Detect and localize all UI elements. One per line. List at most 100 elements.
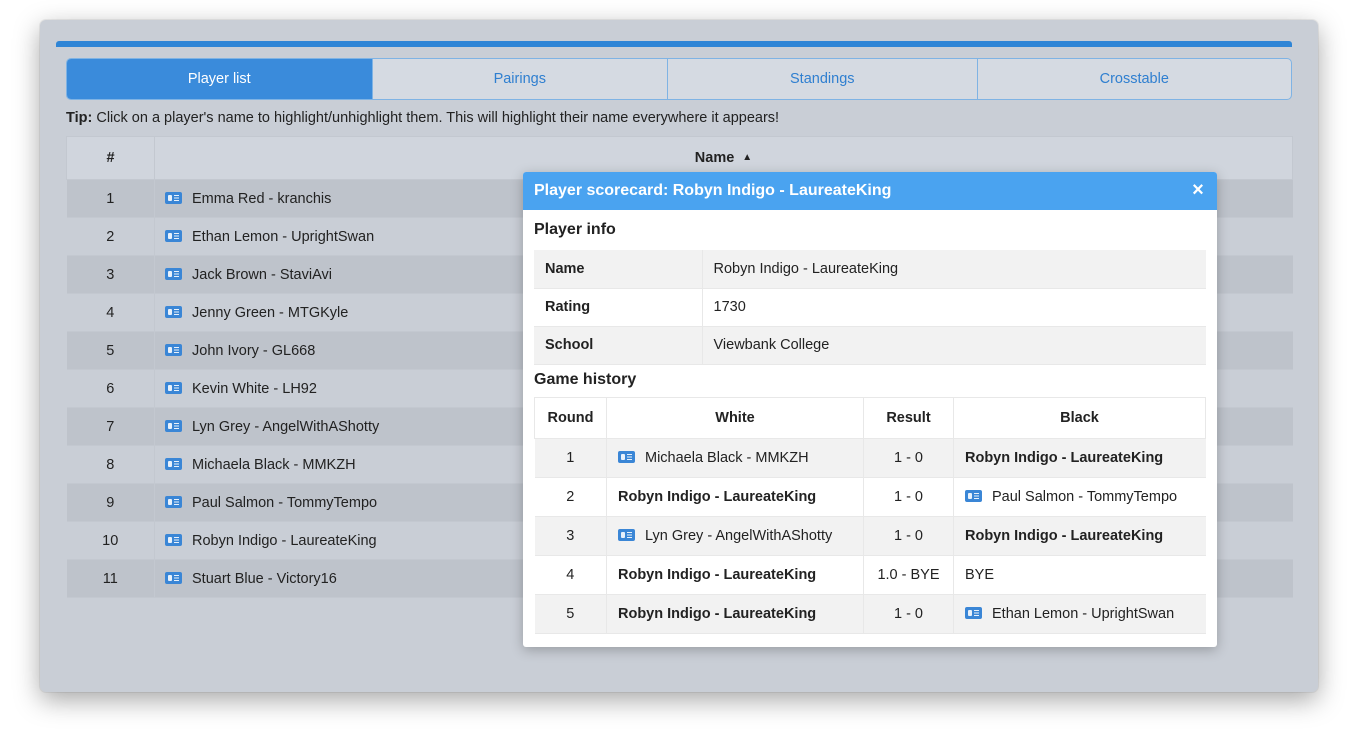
game-player-cell[interactable]: Robyn Indigo - LaureateKing — [606, 594, 864, 634]
game-player-cell[interactable]: Robyn Indigo - LaureateKing — [953, 516, 1206, 556]
id-card-icon[interactable] — [165, 343, 182, 356]
player-number: 6 — [66, 369, 155, 408]
game-player-name[interactable]: Lyn Grey - AngelWithAShotty — [645, 528, 832, 544]
game-round: 1 — [534, 438, 607, 478]
info-key: Rating — [534, 288, 702, 327]
info-row: School Viewbank College — [534, 326, 1206, 365]
tip-body: Click on a player's name to highlight/un… — [92, 110, 780, 126]
game-player-cell[interactable]: Michaela Black - MMKZH — [606, 438, 864, 478]
player-number: 3 — [66, 255, 155, 294]
modal-header: Player scorecard: Robyn Indigo - Laureat… — [523, 172, 1217, 210]
id-card-icon[interactable] — [165, 381, 182, 394]
tab-standings[interactable]: Standings — [668, 59, 978, 99]
game-player-cell[interactable]: Paul Salmon - TommyTempo — [953, 477, 1206, 517]
player-number: 4 — [66, 293, 155, 332]
id-card-icon[interactable] — [165, 191, 182, 204]
player-name[interactable]: Robyn Indigo - LaureateKing — [192, 533, 377, 549]
close-icon[interactable]: × — [1189, 180, 1207, 200]
player-name[interactable]: John Ivory - GL668 — [192, 343, 315, 359]
game-player-cell[interactable]: Robyn Indigo - LaureateKing — [953, 438, 1206, 478]
id-card-icon[interactable] — [165, 305, 182, 318]
game-player-name[interactable]: Robyn Indigo - LaureateKing — [618, 489, 816, 505]
info-value: Robyn Indigo - LaureateKing — [701, 250, 1206, 289]
game-player-cell: BYE — [953, 555, 1206, 595]
player-name[interactable]: Paul Salmon - TommyTempo — [192, 495, 377, 511]
column-header-name-label: Name — [694, 150, 735, 166]
player-name[interactable]: Ethan Lemon - UprightSwan — [192, 229, 374, 245]
player-number: 9 — [66, 483, 155, 522]
id-card-icon[interactable] — [165, 571, 182, 584]
top-accent-bar — [56, 41, 1292, 47]
game-header-result: Result — [863, 396, 954, 439]
id-card-icon[interactable] — [165, 419, 182, 432]
id-card-icon[interactable] — [165, 457, 182, 470]
id-card-icon[interactable] — [965, 489, 982, 502]
player-name[interactable]: Lyn Grey - AngelWithAShotty — [192, 419, 379, 435]
player-name[interactable]: Jack Brown - StaviAvi — [192, 267, 332, 283]
game-result: 1 - 0 — [863, 594, 954, 634]
player-number: 1 — [66, 179, 155, 218]
info-value: 1730 — [701, 288, 1206, 327]
game-result: 1.0 - BYE — [863, 555, 954, 595]
tab-player-list[interactable]: Player list — [67, 59, 373, 99]
game-result: 1 - 0 — [863, 477, 954, 517]
game-history-table: Round White Result Black 1 Michaela Black… — [534, 396, 1206, 634]
info-row: Name Robyn Indigo - LaureateKing — [534, 250, 1206, 289]
id-card-icon[interactable] — [165, 229, 182, 242]
column-header-number: # — [66, 136, 155, 180]
game-round: 5 — [534, 594, 607, 634]
player-number: 2 — [66, 217, 155, 256]
tab-crosstable[interactable]: Crosstable — [978, 59, 1291, 99]
tab-bar: Player list Pairings Standings Crosstabl… — [66, 58, 1292, 100]
player-name[interactable]: Jenny Green - MTGKyle — [192, 305, 348, 321]
game-header-round: Round — [534, 396, 607, 439]
game-player-name[interactable]: Ethan Lemon - UprightSwan — [992, 606, 1174, 622]
app-window: Player list Pairings Standings Crosstabl… — [40, 20, 1318, 692]
table-row: 3 Lyn Grey - AngelWithAShotty 1 - 0 Robyn I… — [534, 516, 1206, 556]
game-player-cell[interactable]: Robyn Indigo - LaureateKing — [606, 555, 864, 595]
id-card-icon[interactable] — [618, 450, 635, 463]
player-number: 11 — [66, 559, 155, 598]
info-key: Name — [534, 250, 702, 289]
player-number: 5 — [66, 331, 155, 370]
game-result: 1 - 0 — [863, 516, 954, 556]
player-scorecard-modal: Player scorecard: Robyn Indigo - Laureat… — [523, 172, 1217, 647]
game-player-name[interactable]: Robyn Indigo - LaureateKing — [618, 567, 816, 583]
game-header-white: White — [606, 396, 864, 439]
table-row: 1 Michaela Black - MMKZH 1 - 0 Robyn Indigo… — [534, 438, 1206, 478]
game-player-name[interactable]: Robyn Indigo - LaureateKing — [965, 450, 1163, 466]
id-card-icon[interactable] — [618, 528, 635, 541]
game-header-black: Black — [953, 396, 1206, 439]
modal-title: Player scorecard: Robyn Indigo - Laureat… — [534, 182, 892, 199]
game-player-name[interactable]: Michaela Black - MMKZH — [645, 450, 809, 466]
id-card-icon[interactable] — [165, 533, 182, 546]
player-name[interactable]: Stuart Blue - Victory16 — [192, 571, 337, 587]
game-player-name[interactable]: Robyn Indigo - LaureateKing — [618, 606, 816, 622]
info-key: School — [534, 326, 702, 365]
game-player-cell[interactable]: Robyn Indigo - LaureateKing — [606, 477, 864, 517]
id-card-icon[interactable] — [165, 495, 182, 508]
player-name[interactable]: Michaela Black - MMKZH — [192, 457, 356, 473]
player-name[interactable]: Emma Red - kranchis — [192, 191, 331, 207]
game-player-name[interactable]: Paul Salmon - TommyTempo — [992, 489, 1177, 505]
tip-text: Tip: Click on a player's name to highlig… — [66, 110, 779, 126]
player-info-title: Player info — [534, 221, 616, 238]
player-name[interactable]: Kevin White - LH92 — [192, 381, 317, 397]
game-player-cell[interactable]: Lyn Grey - AngelWithAShotty — [606, 516, 864, 556]
game-player-name[interactable]: Robyn Indigo - LaureateKing — [965, 528, 1163, 544]
id-card-icon[interactable] — [165, 267, 182, 280]
player-number: 10 — [66, 521, 155, 560]
game-round: 4 — [534, 555, 607, 595]
id-card-icon[interactable] — [965, 606, 982, 619]
sort-asc-icon[interactable]: ▲ — [742, 152, 752, 163]
game-player-cell[interactable]: Ethan Lemon - UprightSwan — [953, 594, 1206, 634]
game-round: 3 — [534, 516, 607, 556]
game-history-title: Game history — [534, 370, 637, 388]
table-row: 4 Robyn Indigo - LaureateKing 1.0 - BYE BYE — [534, 555, 1206, 595]
tab-pairings[interactable]: Pairings — [373, 59, 669, 99]
player-number: 7 — [66, 407, 155, 446]
game-player-name: BYE — [965, 566, 995, 583]
table-row: 5 Robyn Indigo - LaureateKing 1 - 0 Ethan L… — [534, 594, 1206, 634]
info-value: Viewbank College — [701, 326, 1206, 365]
tip-prefix: Tip: — [66, 110, 93, 126]
